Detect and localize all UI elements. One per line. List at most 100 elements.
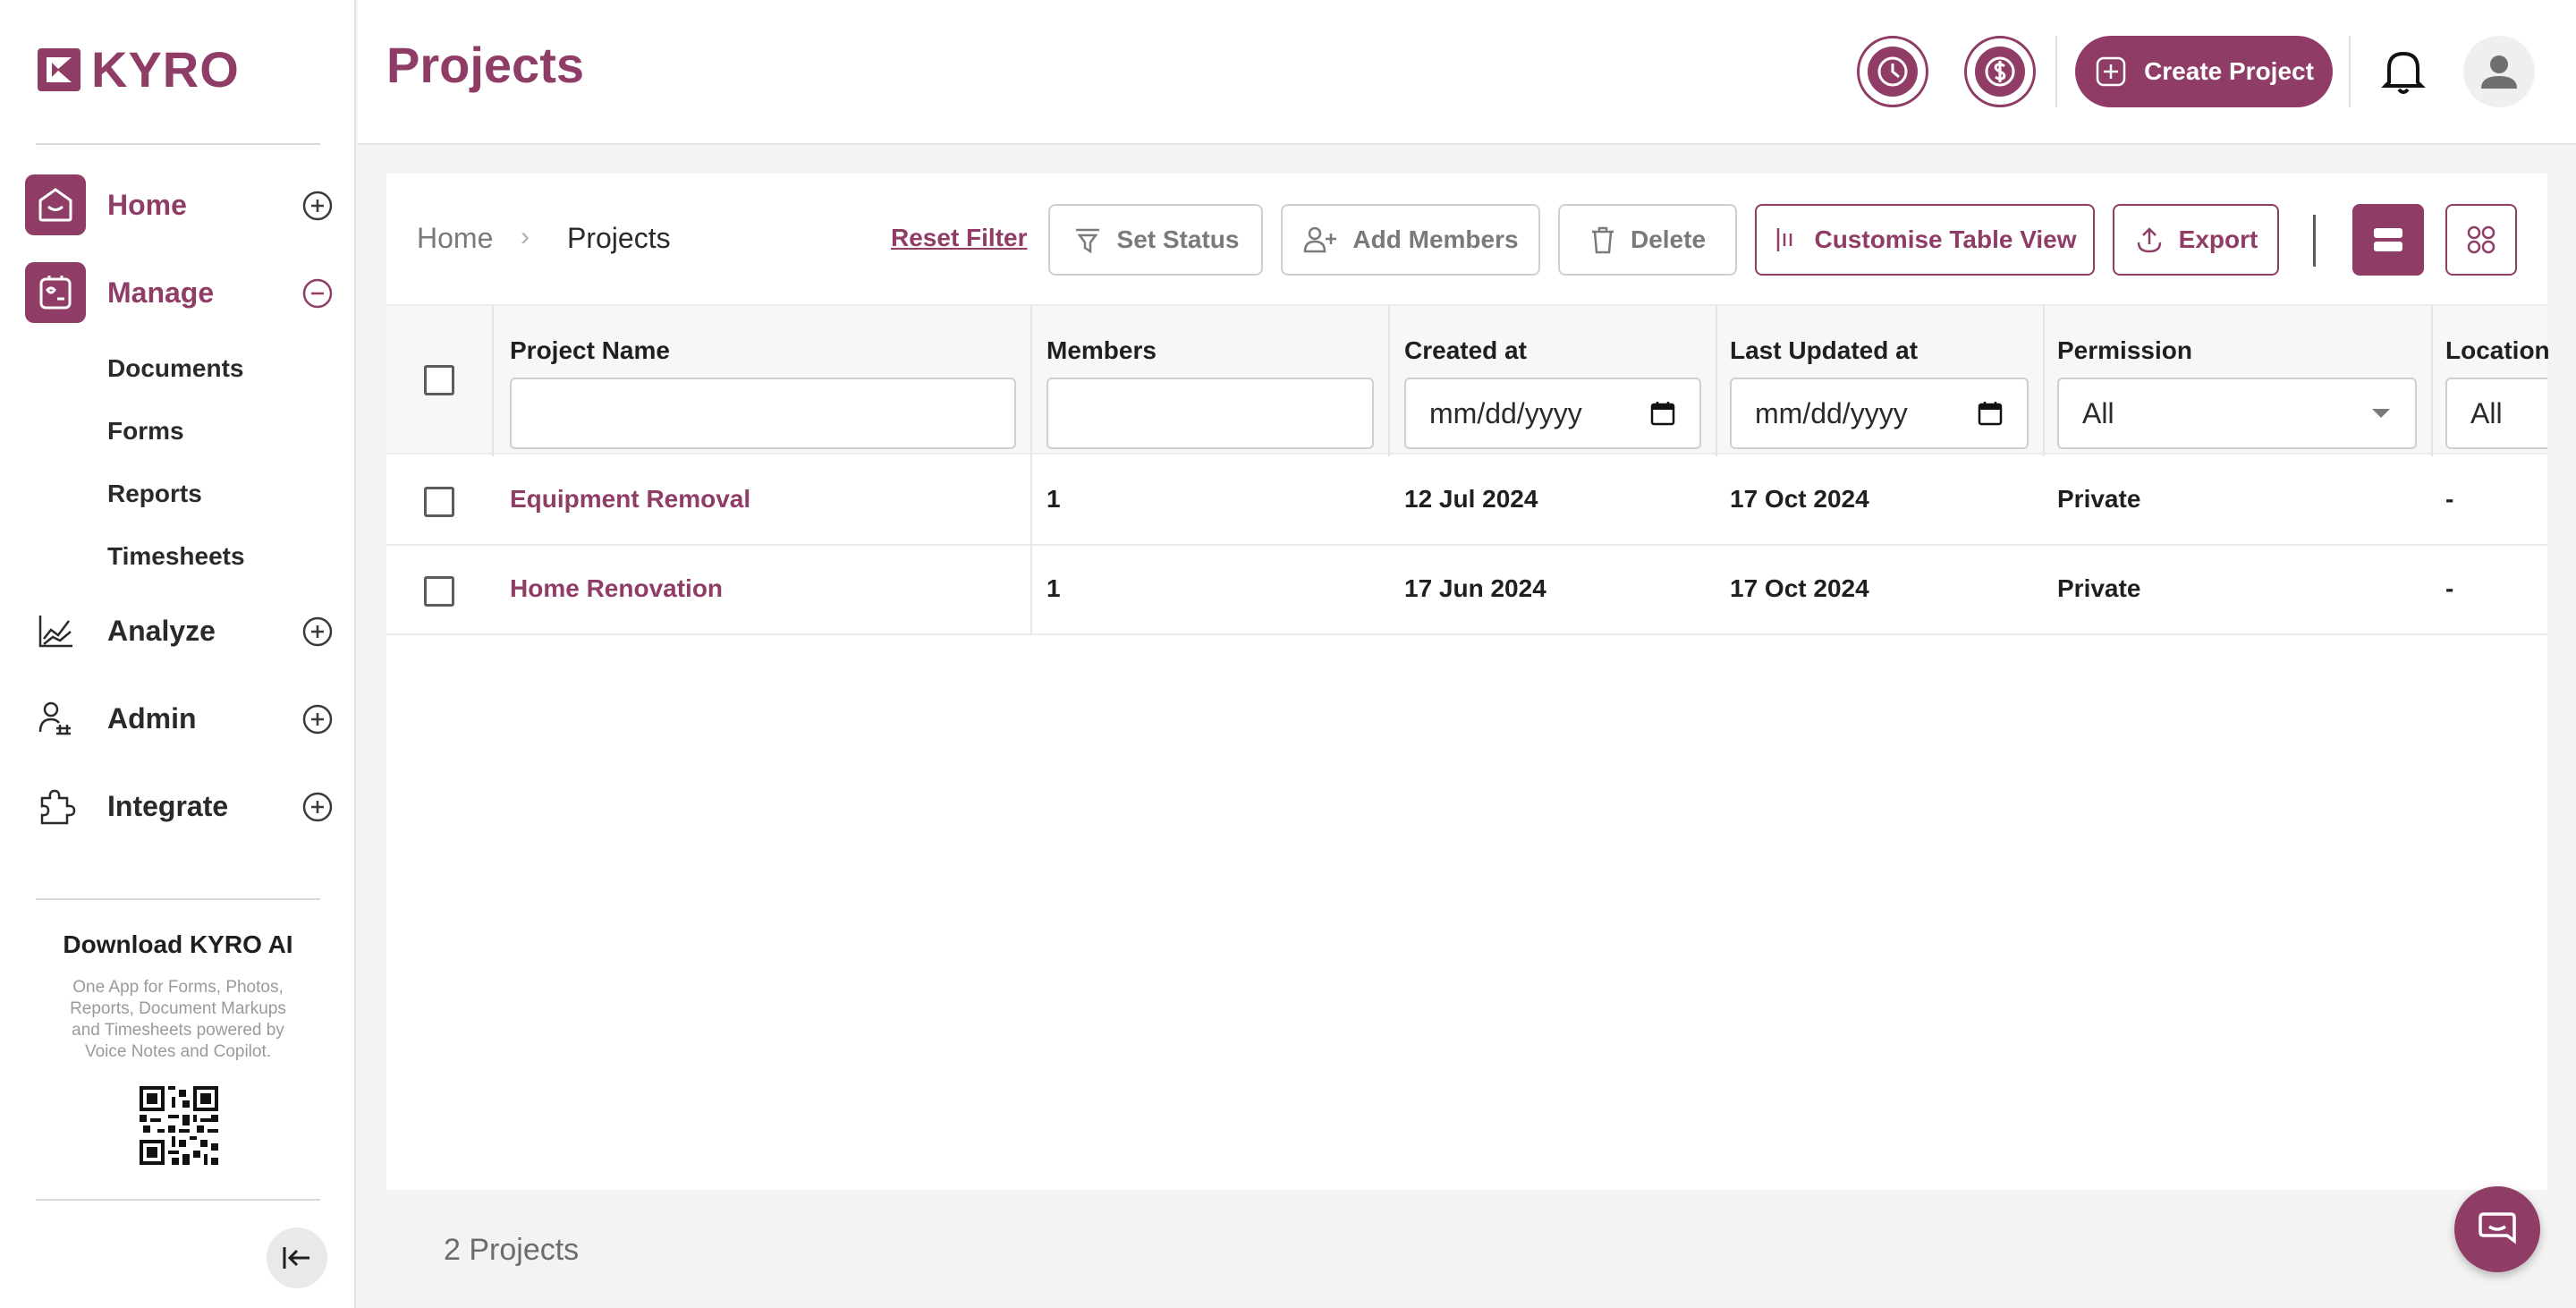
upload-icon	[2137, 227, 2161, 253]
permission-cell: Private	[2057, 485, 2141, 513]
location-selected: All	[2470, 396, 2503, 429]
breadcrumb-current: Projects	[567, 222, 671, 254]
kyro-logo-icon	[38, 48, 80, 91]
dollar-icon	[1985, 56, 2015, 87]
add-members-button[interactable]: Add Members	[1281, 204, 1540, 276]
grid-view-button[interactable]	[2445, 204, 2517, 276]
user-icon	[2481, 55, 2517, 89]
set-status-label: Set Status	[1116, 225, 1240, 253]
page-title: Projects	[386, 37, 584, 93]
project-name-filter-input[interactable]	[510, 378, 1016, 449]
column-header-last-updated-at[interactable]: Last Updated at	[1730, 336, 1918, 365]
collapse-sidebar-button[interactable]	[267, 1227, 327, 1288]
location-cell: -	[2445, 485, 2454, 513]
sidebar-item-admin[interactable]: Admin	[25, 687, 335, 750]
calendar-icon[interactable]	[1977, 400, 2004, 427]
created-at-date-input[interactable]: mm/dd/yyyy	[1404, 378, 1701, 449]
qr-code	[140, 1086, 218, 1165]
reset-filter-link[interactable]: Reset Filter	[891, 224, 1028, 252]
sidebar-divider	[36, 143, 320, 145]
expand-plus-icon[interactable]	[302, 704, 333, 735]
table-toolbar: Home › Projects Reset Filter Set Status …	[386, 174, 2547, 304]
sidebar-item-integrate[interactable]: Integrate	[25, 775, 335, 837]
set-status-button[interactable]: Set Status	[1048, 204, 1263, 276]
customise-label: Customise Table View	[1814, 225, 2077, 253]
filter-icon	[1075, 228, 1099, 254]
export-button[interactable]: Export	[2113, 204, 2279, 276]
members-cell: 1	[1046, 485, 1061, 513]
column-header-permission[interactable]: Permission	[2057, 336, 2192, 365]
sidebar-divider	[36, 1199, 320, 1201]
notifications-button[interactable]	[2374, 41, 2433, 100]
delete-label: Delete	[1630, 225, 1707, 253]
members-filter-input[interactable]	[1046, 378, 1374, 449]
created-at-cell: 12 Jul 2024	[1404, 485, 1538, 513]
chevron-down-icon	[2372, 409, 2390, 418]
row-checkbox[interactable]	[424, 487, 454, 517]
columns-icon	[1777, 228, 1792, 251]
project-count: 2 Projects	[444, 1233, 580, 1267]
expand-plus-icon[interactable]	[302, 616, 333, 647]
expand-plus-icon[interactable]	[302, 792, 333, 822]
expand-plus-icon[interactable]	[302, 191, 333, 221]
project-name-link[interactable]: Equipment Removal	[510, 485, 750, 514]
breadcrumb-home[interactable]: Home	[417, 222, 493, 255]
sidebar-item-label: Home	[107, 188, 187, 221]
column-separator	[1030, 456, 1032, 546]
kyro-logo[interactable]: KYRO	[36, 43, 240, 97]
column-header-created-at[interactable]: Created at	[1404, 336, 1527, 365]
user-plus-icon	[1304, 226, 1337, 253]
column-separator	[1030, 306, 1032, 456]
column-header-location[interactable]: Location	[2445, 336, 2550, 365]
clock-icon	[1877, 56, 1908, 87]
last-updated-date-input[interactable]: mm/dd/yyyy	[1730, 378, 2029, 449]
date-placeholder: mm/dd/yyyy	[1755, 396, 1908, 429]
header-separator	[2055, 36, 2057, 107]
user-avatar[interactable]	[2463, 36, 2535, 107]
permission-filter-select[interactable]: All	[2057, 378, 2417, 449]
admin-user-icon	[25, 688, 86, 749]
row-checkbox[interactable]	[424, 576, 454, 607]
table-row[interactable]: Equipment Removal 1 12 Jul 2024 17 Oct 2…	[386, 456, 2547, 546]
support-chat-button[interactable]	[2454, 1186, 2540, 1272]
delete-button[interactable]: Delete	[1558, 204, 1737, 276]
sidebar-subitem-forms[interactable]: Forms	[107, 417, 184, 446]
column-header-project-name[interactable]: Project Name	[510, 336, 670, 365]
projects-panel: Home › Projects Reset Filter Set Status …	[386, 174, 2550, 1190]
location-filter-select[interactable]: All	[2445, 378, 2547, 449]
select-all-checkbox[interactable]	[424, 365, 454, 395]
collapse-minus-icon[interactable]	[302, 278, 333, 309]
column-separator	[1716, 306, 1717, 456]
location-cell: -	[2445, 574, 2454, 602]
billing-button[interactable]	[1964, 36, 2036, 107]
sidebar-item-manage[interactable]: Manage	[25, 261, 335, 324]
sidebar-subitem-timesheets[interactable]: Timesheets	[107, 542, 245, 571]
project-name-link[interactable]: Home Renovation	[510, 574, 723, 603]
column-header-members[interactable]: Members	[1046, 336, 1157, 365]
sidebar-item-home[interactable]: Home	[25, 174, 335, 236]
sidebar-item-label: Analyze	[107, 614, 216, 647]
date-placeholder: mm/dd/yyyy	[1429, 396, 1582, 429]
collapse-icon	[283, 1247, 309, 1269]
calendar-icon[interactable]	[1649, 400, 1676, 427]
list-view-button[interactable]	[2352, 204, 2424, 276]
create-project-label: Create Project	[2144, 57, 2314, 85]
sidebar-subitem-reports[interactable]: Reports	[107, 480, 202, 508]
export-label: Export	[2178, 225, 2258, 253]
toolbar-separator	[2313, 215, 2316, 267]
customise-table-view-button[interactable]: Customise Table View	[1755, 204, 2095, 276]
grid-view-icon	[2467, 225, 2496, 254]
permission-cell: Private	[2057, 574, 2141, 602]
bell-icon	[2381, 51, 2426, 94]
column-separator	[2431, 306, 2433, 456]
sidebar-item-analyze[interactable]: Analyze	[25, 599, 335, 662]
column-separator	[492, 306, 494, 456]
plus-square-icon	[2096, 56, 2126, 87]
last-updated-cell: 17 Oct 2024	[1730, 485, 1869, 513]
chart-icon	[25, 600, 86, 661]
table-row[interactable]: Home Renovation 1 17 Jun 2024 17 Oct 202…	[386, 546, 2547, 635]
timesheet-clock-button[interactable]	[1857, 36, 1928, 107]
create-project-button[interactable]: Create Project	[2075, 36, 2333, 107]
sidebar-subitem-documents[interactable]: Documents	[107, 354, 243, 383]
list-view-icon	[2374, 228, 2402, 251]
